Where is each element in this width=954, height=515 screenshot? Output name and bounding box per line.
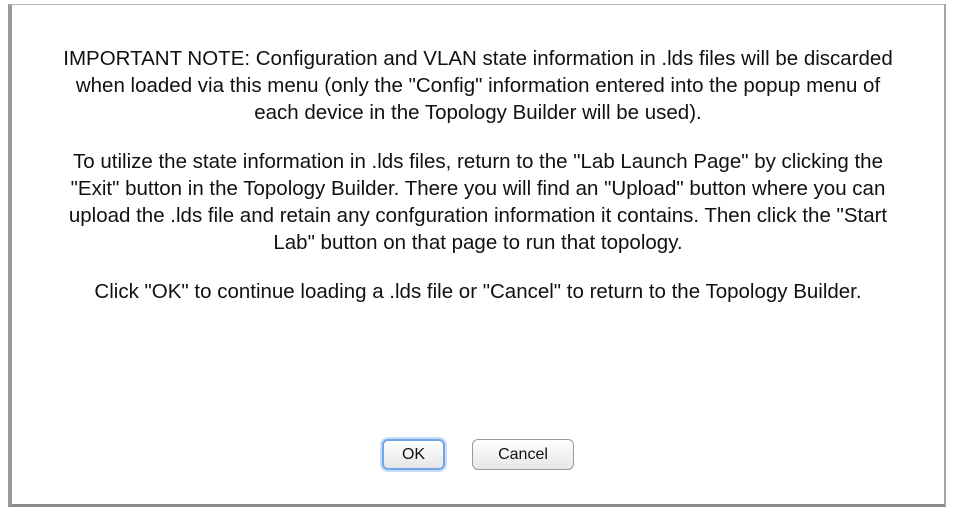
instructions-paragraph: To utilize the state information in .lds… (68, 150, 888, 254)
ok-button[interactable]: OK (382, 439, 445, 470)
dialog-buttons: OK Cancel (12, 439, 944, 470)
page: IMPORTANT NOTE: Configuration and VLAN s… (0, 0, 954, 515)
important-note-paragraph: IMPORTANT NOTE: Configuration and VLAN s… (63, 47, 893, 124)
confirm-dialog: IMPORTANT NOTE: Configuration and VLAN s… (8, 4, 946, 507)
dialog-message: IMPORTANT NOTE: Configuration and VLAN s… (52, 45, 904, 327)
cancel-button[interactable]: Cancel (472, 439, 574, 470)
prompt-paragraph: Click "OK" to continue loading a .lds fi… (94, 280, 862, 303)
